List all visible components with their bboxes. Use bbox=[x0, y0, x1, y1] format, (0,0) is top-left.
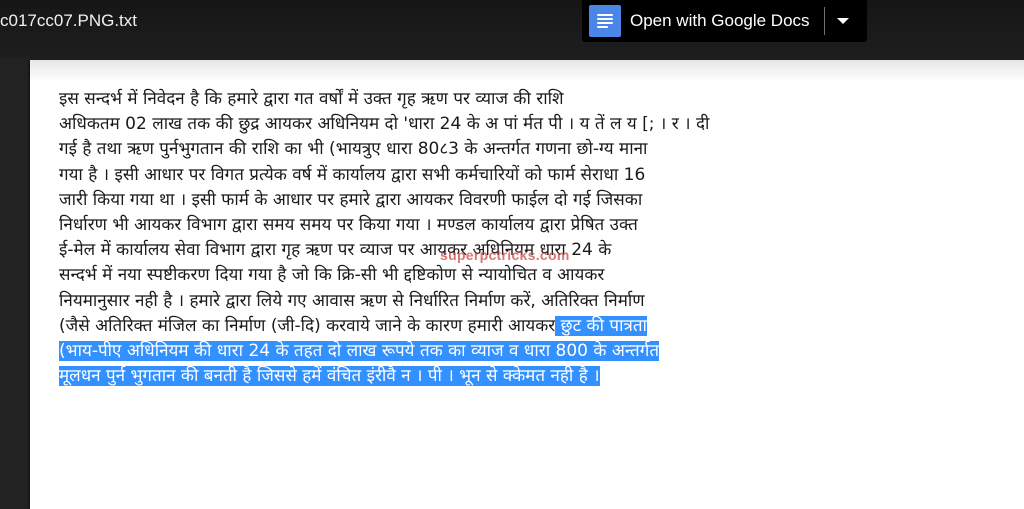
unselected-text: (जैसे अतिरिक्त मंजिल का निर्माण (जी-दि) … bbox=[59, 315, 556, 336]
text-line-selected: (भाय-पीए अधिनियम की धारा 24 के तहत दो ला… bbox=[59, 339, 919, 364]
caret-down-icon[interactable] bbox=[836, 18, 849, 24]
open-with-label: Open with Google Docs bbox=[630, 11, 810, 30]
watermark: superpctricks.com bbox=[440, 247, 570, 263]
selected-text: मूलधन पुर्न भुगतान की बनती है जिससे हमें… bbox=[59, 366, 600, 387]
open-with-google-docs-button[interactable]: Open with Google Docs bbox=[582, 0, 867, 42]
button-divider bbox=[823, 7, 825, 35]
text-line: गया है । इसी आधार पर विगत प्रत्येक वर्ष … bbox=[59, 164, 646, 185]
text-line: निर्धारण भी आयकर विभाग द्वारा समय समय पर… bbox=[59, 214, 638, 235]
text-line: नियमानुसार नही है । हमारे द्वारा लिये गए… bbox=[59, 290, 645, 311]
page-top-shadow bbox=[30, 60, 1024, 82]
selected-text: छुट की पात्रता bbox=[555, 315, 647, 336]
document-page: इस सन्दर्भ में निवेदन है कि हमारे द्वारा… bbox=[30, 60, 1024, 509]
text-line-partially-selected: (जैसे अतिरिक्त मंजिल का निर्माण (जी-दि) … bbox=[59, 314, 919, 339]
selected-text: (भाय-पीए अधिनियम की धारा 24 के तहत दो ला… bbox=[59, 340, 660, 361]
text-line: जारी किया गया था । इसी फार्म के आधार पर … bbox=[59, 189, 643, 210]
text-line-selected: मूलधन पुर्न भुगतान की बनती है जिससे हमें… bbox=[59, 364, 919, 389]
google-docs-icon bbox=[589, 5, 621, 37]
text-line: सन्दर्भ में नया स्पष्टीकरण दिया गया है ज… bbox=[59, 265, 605, 286]
text-line: गई है तथा ऋण पुर्नभुगतान की राशि का भी (… bbox=[59, 139, 648, 160]
file-name: c017cc07.PNG.txt bbox=[0, 11, 138, 30]
viewer-header: c017cc07.PNG.txt Open with Google Docs bbox=[0, 0, 1024, 58]
text-line: इस सन्दर्भ में निवेदन है कि हमारे द्वारा… bbox=[59, 89, 564, 109]
document-text[interactable]: इस सन्दर्भ में निवेदन है कि हमारे द्वारा… bbox=[59, 87, 919, 389]
text-line: अधिकतम 02 लाख तक की छुद्र आयकर अधिनियम द… bbox=[59, 114, 710, 135]
